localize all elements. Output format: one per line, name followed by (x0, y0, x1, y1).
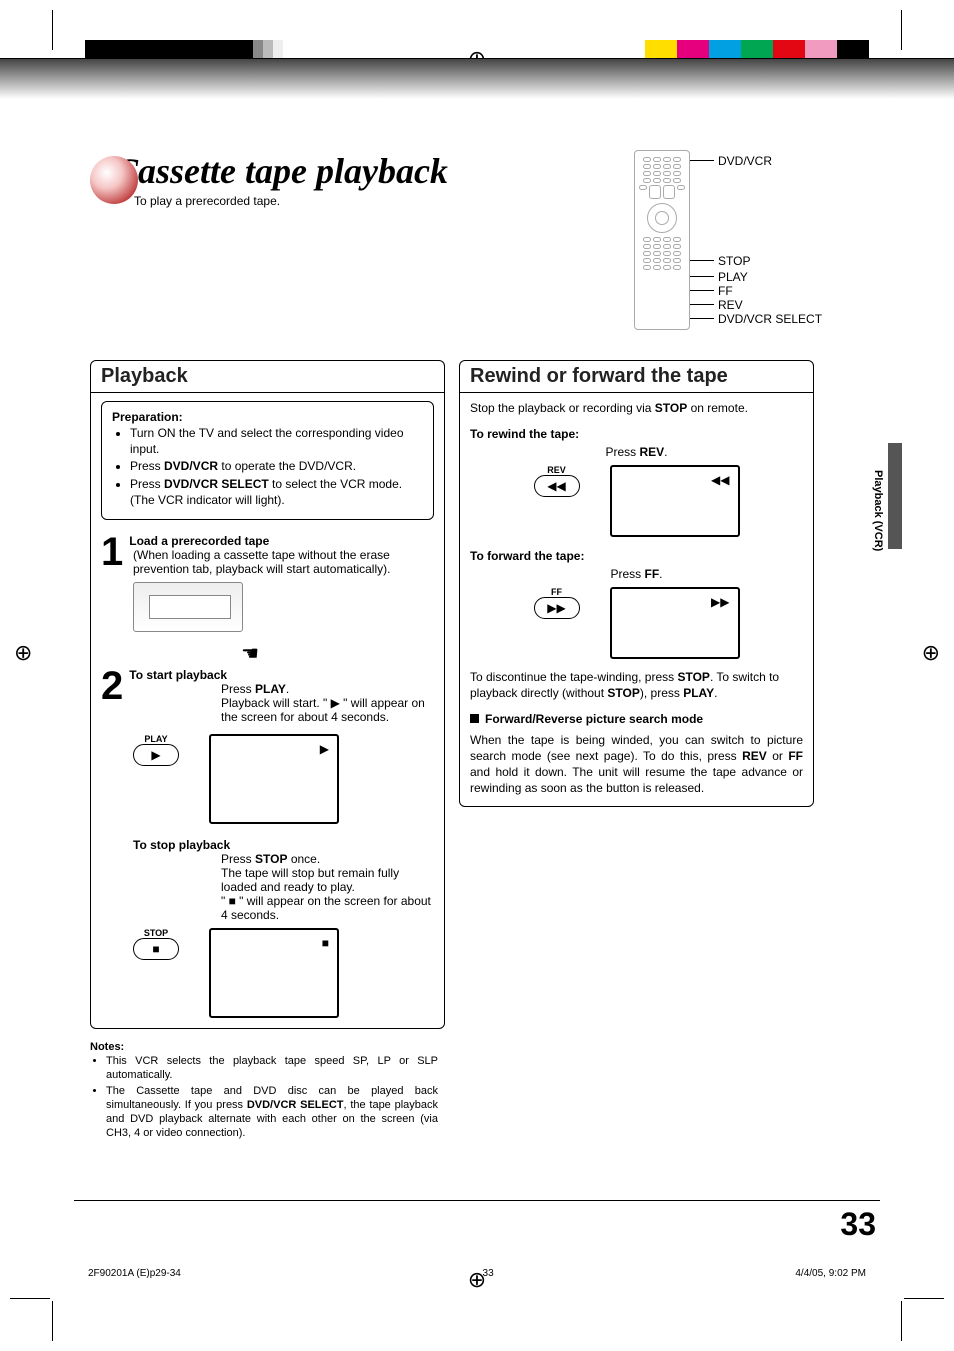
search-mode-body: When the tape is being winded, you can s… (470, 732, 803, 797)
stop-glyph-icon: ■ (322, 936, 329, 950)
callout-select: DVD/VCR SELECT (718, 312, 822, 326)
print-marks-top: ⊕ (0, 0, 954, 100)
stop-press: Press STOP once. (221, 852, 434, 866)
prep-bullet: Press DVD/VCR SELECT to select the VCR m… (130, 476, 423, 508)
callout-ff: FF (718, 284, 733, 298)
forward-press: Press FF. (470, 567, 803, 581)
callout-rev: REV (718, 298, 743, 312)
callout-play: PLAY (718, 270, 748, 284)
rev-button-label: REV (534, 465, 580, 475)
footer-rule (74, 1200, 880, 1201)
rewind-forward-panel: Rewind or forward the tape Stop the play… (459, 360, 814, 807)
prep-bullet: Turn ON the TV and select the correspond… (130, 425, 423, 457)
notes-item: The Cassette tape and DVD disc can be pl… (106, 1084, 438, 1141)
preparation-box: Preparation: Turn ON the TV and select t… (101, 401, 434, 520)
decorative-orb-icon (90, 156, 138, 204)
screen-illustration: ◀◀ (610, 465, 740, 537)
step2-press: Press PLAY. (221, 682, 434, 696)
playback-panel: Playback Preparation: Turn ON the TV and… (90, 360, 445, 1029)
screen-illustration: ▶ (209, 734, 339, 824)
hand-icon: ☚ (241, 641, 259, 666)
step2-heading: To start playback (101, 668, 434, 682)
notes-block: Notes: This VCR selects the playback tap… (90, 1041, 438, 1141)
discontinue-note: To discontinue the tape-winding, press S… (470, 669, 803, 701)
color-bars-icon (645, 40, 869, 60)
rewind-forward-title: Rewind or forward the tape (460, 361, 813, 393)
notes-item: This VCR selects the playback tape speed… (106, 1054, 438, 1083)
stop-body1: The tape will stop but remain fully load… (221, 866, 434, 894)
rewind-heading: To rewind the tape: (470, 427, 803, 441)
playback-panel-title: Playback (91, 361, 444, 393)
registration-mark-icon: ⊕ (468, 1267, 486, 1293)
ff-button-label: FF (534, 587, 580, 597)
preparation-heading: Preparation: (112, 410, 423, 424)
rewind-glyph-icon: ◀◀ (711, 473, 729, 487)
stop-button-label: STOP (133, 928, 179, 938)
density-bars-icon (85, 40, 283, 60)
stop-button-icon: ■ (133, 938, 179, 960)
stop-body2: " ■ " will appear on the screen for abou… (221, 894, 434, 922)
step1-body: (When loading a cassette tape without th… (133, 548, 434, 576)
play-button-icon: ▶ (133, 744, 179, 766)
step2-body: Playback will start. " ▶ " will appear o… (221, 696, 434, 724)
footer-doc-id: 2F90201A (E)p29-34 (88, 1268, 181, 1279)
forward-heading: To forward the tape: (470, 549, 803, 563)
notes-heading: Notes: (90, 1041, 438, 1053)
page-number: 33 (840, 1206, 876, 1243)
rev-button-icon: ◀◀ (534, 475, 580, 497)
forward-glyph-icon: ▶▶ (711, 595, 729, 609)
step1-heading: Load a prerecorded tape (101, 534, 434, 548)
prep-bullet: Press DVD/VCR to operate the DVD/VCR. (130, 458, 423, 474)
play-button-label: PLAY (133, 734, 179, 744)
step-number: 1 (101, 534, 123, 570)
page-subtitle: To play a prerecorded tape. (134, 194, 448, 208)
step-number: 2 (101, 668, 123, 704)
rewind-press: Press REV. (470, 445, 803, 459)
footer-timestamp: 4/4/05, 9:02 PM (795, 1268, 866, 1279)
screen-illustration: ■ (209, 928, 339, 1018)
screen-illustration: ▶▶ (610, 587, 740, 659)
rf-intro: Stop the playback or recording via STOP … (470, 401, 803, 415)
ff-button-icon: ▶▶ (534, 597, 580, 619)
search-mode-heading: Forward/Reverse picture search mode (470, 711, 803, 727)
stop-heading: To stop playback (133, 838, 434, 852)
play-glyph-icon: ▶ (320, 742, 329, 756)
remote-diagram: DVD/VCR STOP PLAY FF REV (634, 150, 894, 350)
page-title: Cassette tape playback (114, 150, 448, 192)
callout-stop: STOP (718, 254, 750, 268)
load-tape-illustration: ☚ (133, 582, 253, 654)
page-title-block: Cassette tape playback To play a prereco… (90, 150, 448, 208)
callout-dvd-vcr: DVD/VCR (718, 154, 772, 168)
